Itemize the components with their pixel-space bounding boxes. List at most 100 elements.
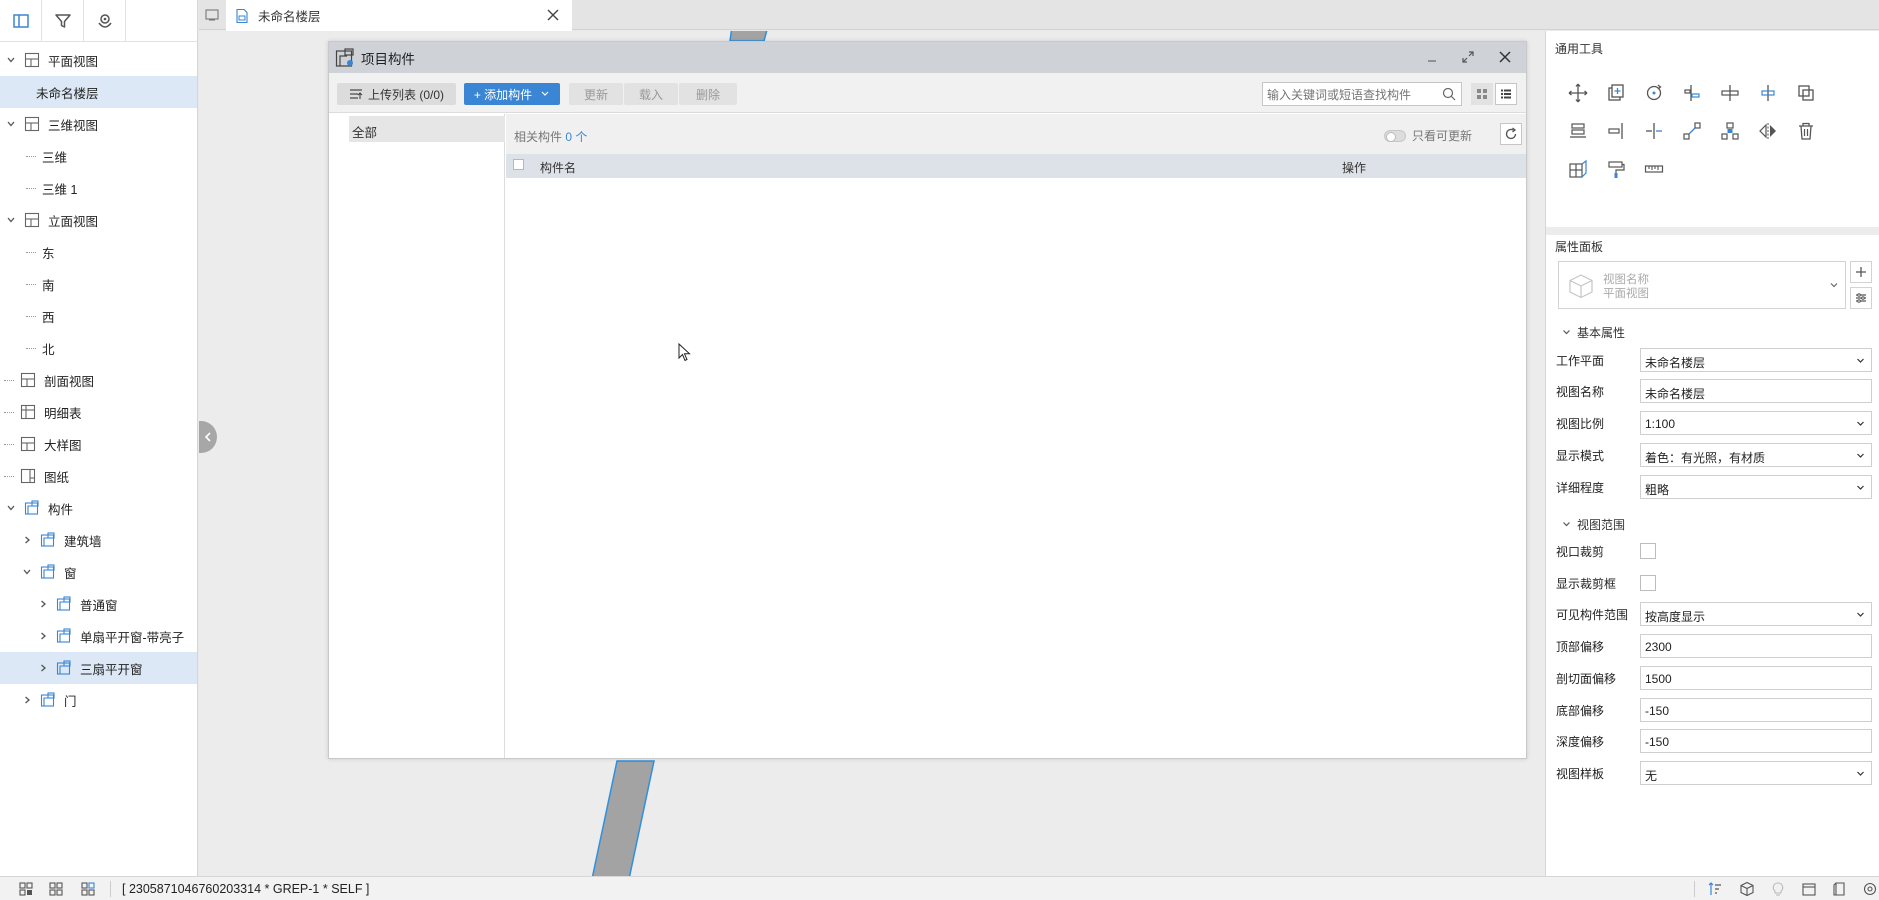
delete-button[interactable]: 删除 bbox=[679, 83, 737, 105]
upload-list-button[interactable]: 上传列表 (0/0) bbox=[337, 83, 456, 105]
align-tool[interactable] bbox=[1680, 81, 1704, 105]
tree-item-3d[interactable]: 三维 bbox=[0, 140, 197, 172]
tree-node-plan[interactable]: 平面视图 bbox=[0, 44, 197, 76]
extend-tool[interactable] bbox=[1604, 119, 1628, 143]
split-tool[interactable] bbox=[1718, 81, 1742, 105]
updatable-filter[interactable]: 只看可更新 bbox=[1384, 127, 1472, 144]
load-button[interactable]: 载入 bbox=[624, 83, 678, 105]
tree-item-east[interactable]: 东 bbox=[0, 236, 197, 268]
tree-item-north[interactable]: 北 bbox=[0, 332, 197, 364]
chevron-right-icon[interactable] bbox=[36, 629, 50, 643]
visible-range-select[interactable]: 按高度显示 bbox=[1640, 602, 1872, 626]
list-view-button[interactable] bbox=[1495, 83, 1517, 105]
tree-node-window[interactable]: 窗 bbox=[0, 556, 197, 588]
tree-node-detail[interactable]: 大样图 bbox=[0, 428, 197, 460]
chevron-down-icon[interactable] bbox=[4, 53, 18, 67]
detail-level-select[interactable]: 粗略 bbox=[1640, 475, 1872, 499]
select-cross-icon[interactable] bbox=[80, 881, 96, 897]
tree-node-window-triple[interactable]: 三扇平开窗 bbox=[0, 652, 197, 684]
edit-type-button[interactable] bbox=[1850, 287, 1872, 309]
minimize-button[interactable] bbox=[1424, 49, 1440, 65]
connect-tool[interactable] bbox=[1680, 119, 1704, 143]
select-window-icon[interactable] bbox=[48, 881, 64, 897]
group-tool[interactable] bbox=[1718, 119, 1742, 143]
show-crop-box-checkbox[interactable] bbox=[1640, 575, 1656, 591]
lightbulb-icon[interactable] bbox=[1770, 881, 1786, 897]
tree-node-sheet[interactable]: 图纸 bbox=[0, 460, 197, 492]
view-name-input[interactable]: 未命名楼层 bbox=[1640, 379, 1872, 403]
mirror-tool[interactable] bbox=[1756, 119, 1780, 143]
refresh-button[interactable] bbox=[1500, 123, 1522, 145]
tree-item-west[interactable]: 西 bbox=[0, 300, 197, 332]
tree-node-wall[interactable]: 建筑墙 bbox=[0, 524, 197, 556]
maximize-button[interactable] bbox=[1460, 49, 1476, 65]
tree-node-section[interactable]: 剖面视图 bbox=[0, 364, 197, 396]
top-offset-input[interactable]: 2300 bbox=[1640, 634, 1872, 658]
trim-tool[interactable] bbox=[1756, 81, 1780, 105]
tree-node-elevation[interactable]: 立面视图 bbox=[0, 204, 197, 236]
move-tool[interactable] bbox=[1566, 81, 1590, 105]
measure-tool[interactable] bbox=[1642, 157, 1666, 181]
type-selector[interactable]: 视图名称 平面视图 bbox=[1558, 261, 1846, 309]
dialog-close-button[interactable] bbox=[1497, 49, 1513, 65]
cut-tool[interactable] bbox=[1642, 119, 1666, 143]
tree-node-door[interactable]: 门 bbox=[0, 684, 197, 716]
cut-plane-offset-input[interactable]: 1500 bbox=[1640, 666, 1872, 690]
tree-node-window-single[interactable]: 单扇平开窗-带亮子 bbox=[0, 620, 197, 652]
section-view-range[interactable]: 视图范围 bbox=[1562, 516, 1625, 533]
update-button[interactable]: 更新 bbox=[569, 83, 623, 105]
cube-icon[interactable] bbox=[1739, 881, 1755, 897]
tree-node-schedule[interactable]: 明细表 bbox=[0, 396, 197, 428]
tab-overview-button[interactable] bbox=[203, 6, 221, 24]
grid-view-button[interactable] bbox=[1471, 83, 1493, 105]
paint-tool[interactable] bbox=[1604, 157, 1628, 181]
rotate-tool[interactable] bbox=[1642, 81, 1666, 105]
viewport-crop-checkbox[interactable] bbox=[1640, 543, 1656, 559]
display-mode-select[interactable]: 着色：有光照，有材质 bbox=[1640, 443, 1872, 467]
tree-item-south[interactable]: 南 bbox=[0, 268, 197, 300]
location-button[interactable] bbox=[84, 0, 126, 42]
select-all-icon[interactable] bbox=[18, 881, 34, 897]
chevron-right-icon[interactable] bbox=[36, 597, 50, 611]
scale-select[interactable]: 1:100 bbox=[1640, 411, 1872, 435]
chevron-right-icon[interactable] bbox=[20, 533, 34, 547]
category-all[interactable]: 全部 bbox=[349, 116, 505, 142]
tree-node-window-normal[interactable]: 普通窗 bbox=[0, 588, 197, 620]
calendar-icon[interactable] bbox=[1801, 881, 1817, 897]
add-component-button[interactable]: + 添加构件 bbox=[464, 83, 560, 105]
search-icon[interactable] bbox=[1442, 87, 1456, 101]
dialog-titlebar[interactable]: 项目构件 bbox=[329, 42, 1526, 73]
chevron-right-icon[interactable] bbox=[36, 661, 50, 675]
depth-offset-input[interactable]: -150 bbox=[1640, 729, 1872, 753]
chevron-down-icon[interactable] bbox=[4, 117, 18, 131]
panel-toggle-button[interactable] bbox=[0, 0, 42, 42]
tree-item-plan-floor[interactable]: 未命名楼层 bbox=[0, 76, 197, 108]
filter-button[interactable] bbox=[42, 0, 84, 42]
view-template-select[interactable]: 无 bbox=[1640, 761, 1872, 785]
copy-tool[interactable] bbox=[1604, 81, 1628, 105]
array-tool[interactable] bbox=[1566, 119, 1590, 143]
select-all-checkbox[interactable] bbox=[513, 159, 524, 170]
tab-floor-view[interactable]: 未命名楼层 bbox=[226, 0, 572, 31]
delete-tool[interactable] bbox=[1794, 119, 1818, 143]
chevron-down-icon[interactable] bbox=[4, 501, 18, 515]
chevron-right-icon[interactable] bbox=[20, 693, 34, 707]
chevron-down-icon[interactable] bbox=[4, 213, 18, 227]
sort-icon[interactable] bbox=[1707, 881, 1723, 897]
component-edit-tool[interactable] bbox=[1566, 157, 1590, 181]
component-icon bbox=[40, 532, 55, 547]
search-input[interactable] bbox=[1267, 88, 1437, 102]
close-icon[interactable] bbox=[546, 8, 560, 22]
workplane-select[interactable]: 未命名楼层 bbox=[1640, 348, 1872, 372]
updatable-toggle[interactable] bbox=[1384, 129, 1406, 142]
bottom-offset-input[interactable]: -150 bbox=[1640, 698, 1872, 722]
tree-node-components[interactable]: 构件 bbox=[0, 492, 197, 524]
section-basic[interactable]: 基本属性 bbox=[1562, 324, 1625, 341]
page-icon[interactable] bbox=[1832, 881, 1848, 897]
offset-tool[interactable] bbox=[1794, 81, 1818, 105]
chevron-down-icon[interactable] bbox=[20, 565, 34, 579]
tree-node-3d[interactable]: 三维视图 bbox=[0, 108, 197, 140]
add-type-button[interactable] bbox=[1850, 261, 1872, 283]
tree-item-3d-1[interactable]: 三维 1 bbox=[0, 172, 197, 204]
settings-icon[interactable] bbox=[1862, 881, 1878, 897]
